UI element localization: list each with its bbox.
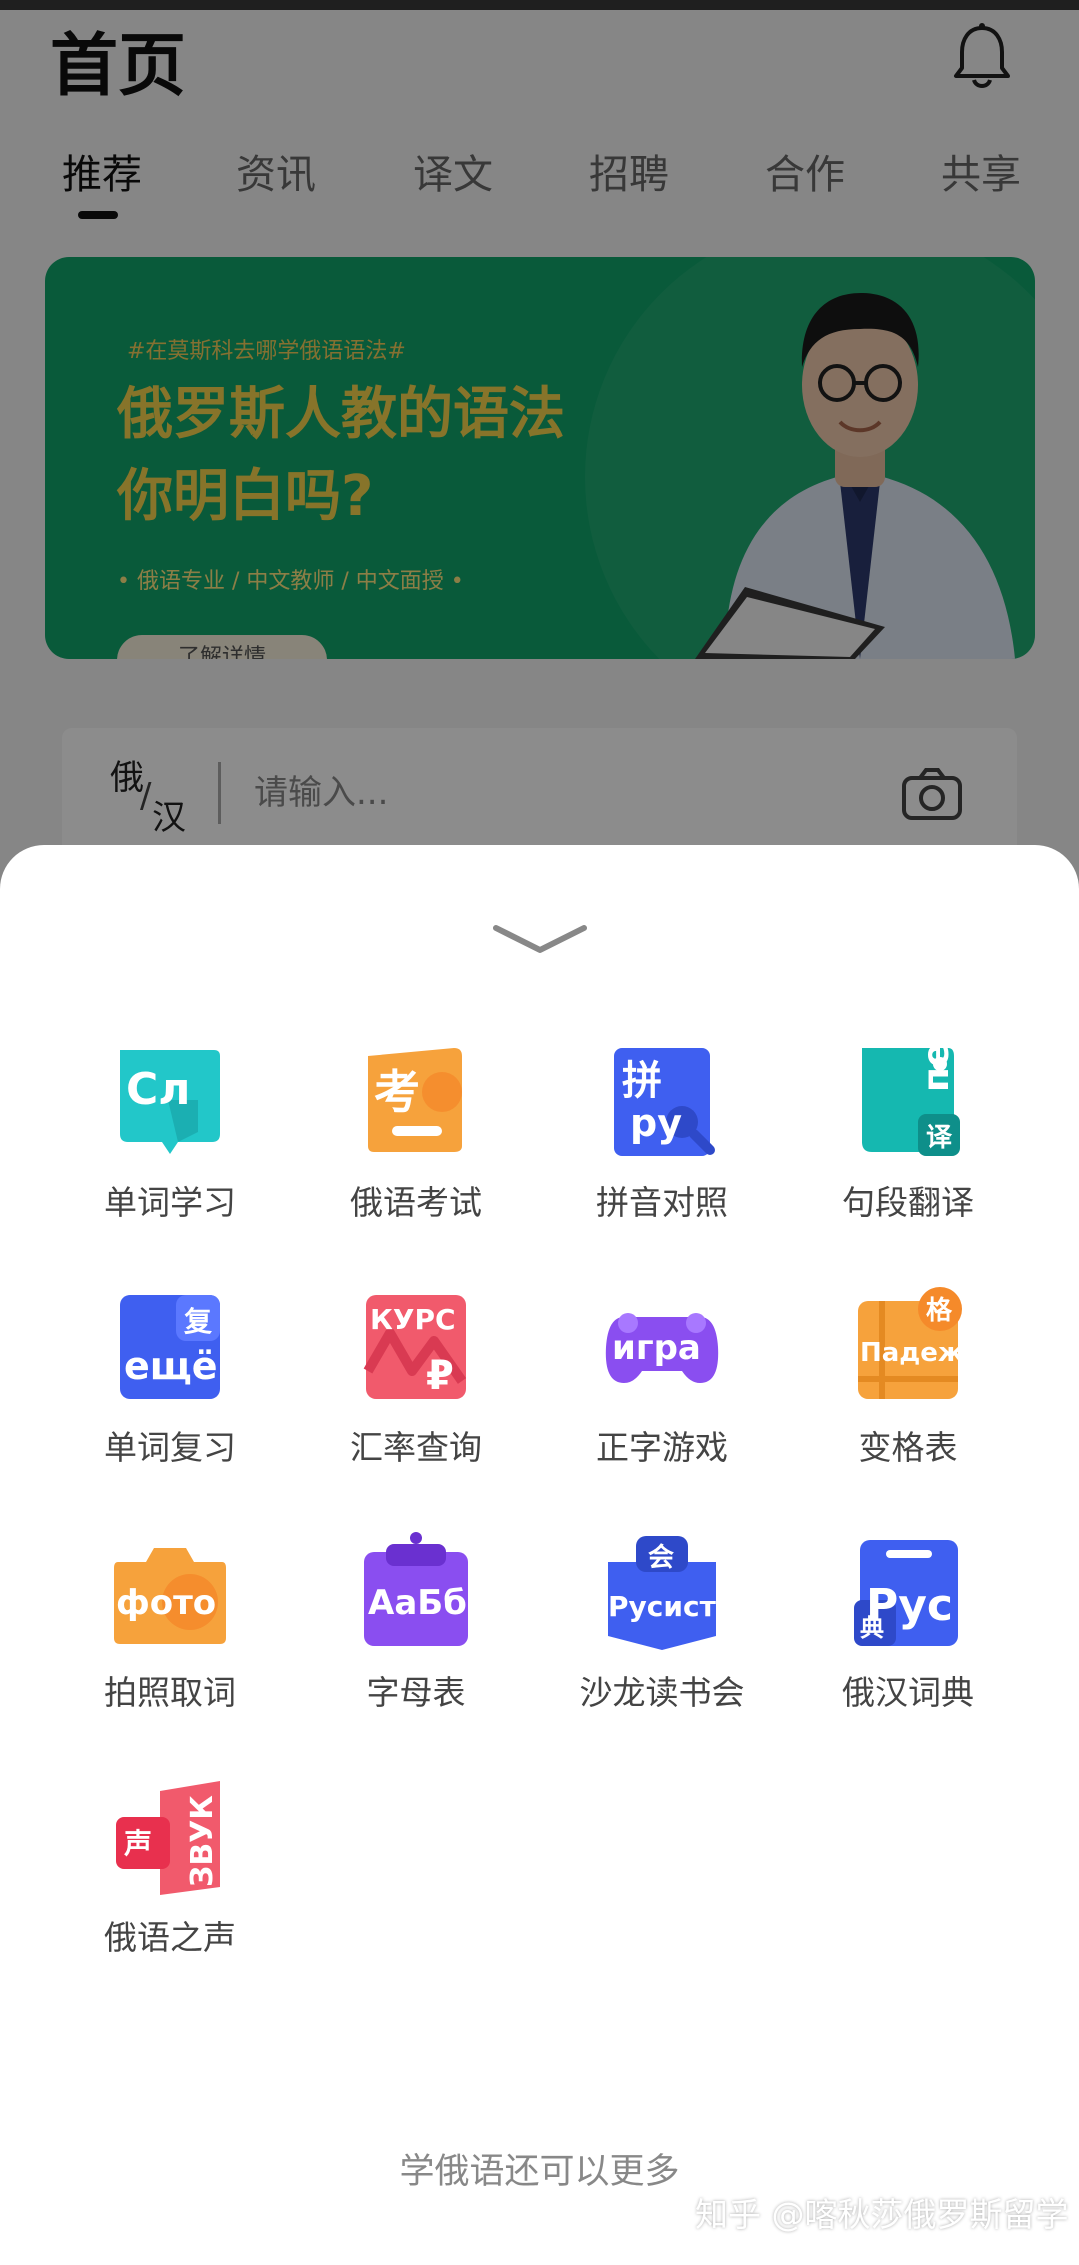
camera-icon-text: фото xyxy=(116,1583,216,1623)
dictionary-icon: Рус 典 xyxy=(854,1540,958,1646)
tool-label: 俄语之声 xyxy=(104,1918,236,1957)
tool-label: 变格表 xyxy=(858,1428,958,1467)
pinyin-icon-text-top: 拼 xyxy=(622,1058,662,1104)
flashcard-icon: Сл xyxy=(120,1050,220,1154)
tool-spelling-game[interactable]: игра 正字游戏 xyxy=(539,1287,785,1507)
translate-icon-text: пере xyxy=(916,1042,957,1092)
tool-word-review[interactable]: 复 ещё 单词复习 xyxy=(47,1287,293,1507)
flashcard-icon-text: Сл xyxy=(126,1064,191,1115)
club-icon-badge: 会 xyxy=(648,1543,674,1573)
tool-dictionary[interactable]: Рус 典 俄汉词典 xyxy=(785,1532,1031,1752)
tools-bottom-sheet: Сл 单词学习 考 俄语考试 拼 py 拼音对照 пере 译 句段翻译 复 е… xyxy=(0,845,1079,2265)
declension-table-icon: 格 Падеж xyxy=(858,1287,964,1399)
tool-declension-table[interactable]: 格 Падеж 变格表 xyxy=(785,1287,1031,1507)
tool-word-study[interactable]: Сл 单词学习 xyxy=(47,1042,293,1262)
audio-icon: 声 ЗВУК xyxy=(116,1781,220,1895)
review-icon-text: ещё xyxy=(124,1344,218,1388)
pinyin-icon-text-bottom: py xyxy=(630,1101,682,1145)
gamepad-icon: игра xyxy=(605,1313,719,1383)
exchange-rate-icon: КУРС ₽ xyxy=(363,1295,467,1399)
review-icon: 复 ещё xyxy=(120,1295,220,1399)
book-club-icon: 会 Русист xyxy=(608,1536,717,1650)
ruble-symbol: ₽ xyxy=(426,1353,454,1399)
tool-label: 句段翻译 xyxy=(842,1183,974,1222)
tool-label: 俄汉词典 xyxy=(842,1673,974,1712)
translate-icon-badge: 译 xyxy=(926,1123,953,1153)
tool-label: 单词学习 xyxy=(104,1183,236,1222)
tool-pinyin[interactable]: 拼 py 拼音对照 xyxy=(539,1042,785,1262)
pinyin-icon: 拼 py xyxy=(614,1048,715,1156)
translate-icon: пере 译 xyxy=(862,1042,960,1156)
tool-label: 汇率查询 xyxy=(350,1428,482,1467)
tool-russian-voice[interactable]: 声 ЗВУК 俄语之声 xyxy=(47,1777,293,1997)
audio-icon-badge: 声 xyxy=(124,1827,152,1860)
exam-icon: 考 xyxy=(368,1048,462,1152)
exam-icon-text: 考 xyxy=(374,1065,420,1119)
club-icon-text: Русист xyxy=(608,1590,717,1623)
game-icon-text: игра xyxy=(612,1328,701,1368)
tool-label: 沙龙读书会 xyxy=(579,1673,745,1712)
tool-translation[interactable]: пере 译 句段翻译 xyxy=(785,1042,1031,1262)
tool-label: 单词复习 xyxy=(104,1428,236,1467)
chevron-down-icon[interactable] xyxy=(490,920,590,960)
tool-alphabet[interactable]: АаБб 字母表 xyxy=(293,1532,539,1752)
alphabet-icon-text: АаБб xyxy=(368,1583,467,1623)
tool-label: 字母表 xyxy=(366,1673,466,1712)
tool-label: 拍照取词 xyxy=(104,1673,236,1712)
camera-icon: фото xyxy=(114,1548,226,1644)
tool-book-club[interactable]: 会 Русист 沙龙读书会 xyxy=(539,1532,785,1752)
tool-exam[interactable]: 考 俄语考试 xyxy=(293,1042,539,1262)
audio-icon-text: ЗВУК xyxy=(185,1795,220,1887)
declension-icon-badge: 格 xyxy=(926,1295,953,1326)
tool-exchange-rate[interactable]: КУРС ₽ 汇率查询 xyxy=(293,1287,539,1507)
tool-label: 正字游戏 xyxy=(596,1428,728,1467)
exchange-icon-text: КУРС xyxy=(370,1303,456,1336)
tool-label: 拼音对照 xyxy=(596,1183,728,1222)
declension-icon-text: Падеж xyxy=(860,1338,964,1368)
more-link[interactable]: 学俄语还可以更多 xyxy=(0,2143,1079,2194)
tool-photo-lookup[interactable]: фото 拍照取词 xyxy=(47,1532,293,1752)
alphabet-icon: АаБб xyxy=(364,1532,468,1646)
tool-label: 俄语考试 xyxy=(350,1183,482,1222)
review-icon-badge: 复 xyxy=(184,1305,212,1338)
watermark: 知乎 @喀秋莎俄罗斯留学 xyxy=(695,2195,1069,2234)
dict-icon-badge: 典 xyxy=(860,1614,884,1642)
